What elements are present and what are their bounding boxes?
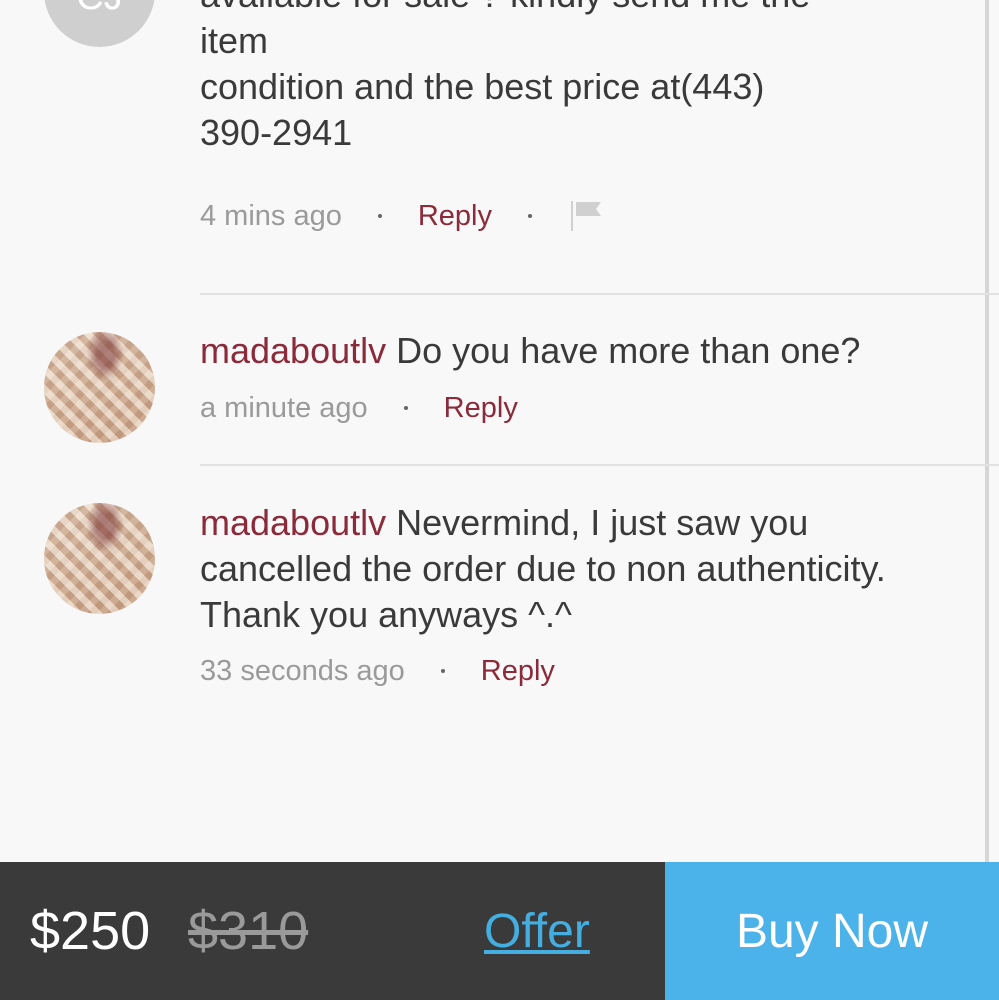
separator-dot: [440, 669, 445, 673]
comment-meta: a minute ago Reply: [200, 390, 518, 426]
comment-item: madaboutlv Do you have more than one? a …: [0, 296, 985, 464]
reply-link[interactable]: Reply: [418, 198, 492, 234]
comment-text-line: item: [200, 20, 269, 61]
separator-dot: [403, 406, 408, 410]
comment-body: Nevermind, I just saw you: [396, 502, 809, 543]
reply-link[interactable]: Reply: [481, 653, 555, 689]
comment-item: madaboutlv Nevermind, I just saw you can…: [0, 467, 985, 727]
separator-dot: [528, 214, 533, 218]
comment-divider: [200, 464, 999, 466]
reply-link[interactable]: Reply: [444, 390, 518, 426]
comment-timestamp: 4 mins ago: [200, 200, 342, 232]
comment-timestamp: 33 seconds ago: [200, 655, 405, 687]
avatar-initials: CJ: [76, 0, 122, 19]
flag-icon[interactable]: [568, 198, 604, 234]
comment-item: CJ available for sale ? kindly send me t…: [0, 0, 985, 260]
comment-body: Thank you anyways ^.^: [200, 594, 572, 635]
comment-meta: 33 seconds ago Reply: [200, 653, 555, 689]
purchase-bar: $250 $310 Offer Buy Now: [0, 862, 999, 1000]
comment-text: madaboutlv Nevermind, I just saw you can…: [200, 500, 960, 638]
comment-text: available for sale ? kindly send me the …: [200, 0, 960, 156]
comment-timestamp: a minute ago: [200, 392, 368, 424]
comment-body: cancelled the order due to non authentic…: [200, 548, 886, 589]
comment-text: madaboutlv Do you have more than one?: [200, 328, 960, 374]
avatar[interactable]: [44, 332, 155, 443]
separator-dot: [377, 214, 382, 218]
scrollbar-track[interactable]: [985, 0, 989, 862]
offer-link[interactable]: Offer: [484, 862, 590, 1000]
avatar[interactable]: [44, 503, 155, 614]
comment-text-line: 390-2941: [200, 112, 353, 153]
avatar[interactable]: CJ: [44, 0, 155, 47]
comment-divider: [200, 293, 999, 295]
original-price: $310: [188, 901, 309, 961]
comment-username[interactable]: madaboutlv: [200, 330, 386, 371]
comment-username[interactable]: madaboutlv: [200, 502, 386, 543]
comment-body: Do you have more than one?: [396, 330, 861, 371]
listing-price: $250: [30, 901, 151, 961]
buy-now-button[interactable]: Buy Now: [665, 862, 999, 1000]
comment-meta: 4 mins ago Reply: [200, 198, 604, 234]
comment-text-line: condition and the best price at(443): [200, 66, 765, 107]
comment-text-line: available for sale ? kindly send me the: [200, 0, 960, 18]
